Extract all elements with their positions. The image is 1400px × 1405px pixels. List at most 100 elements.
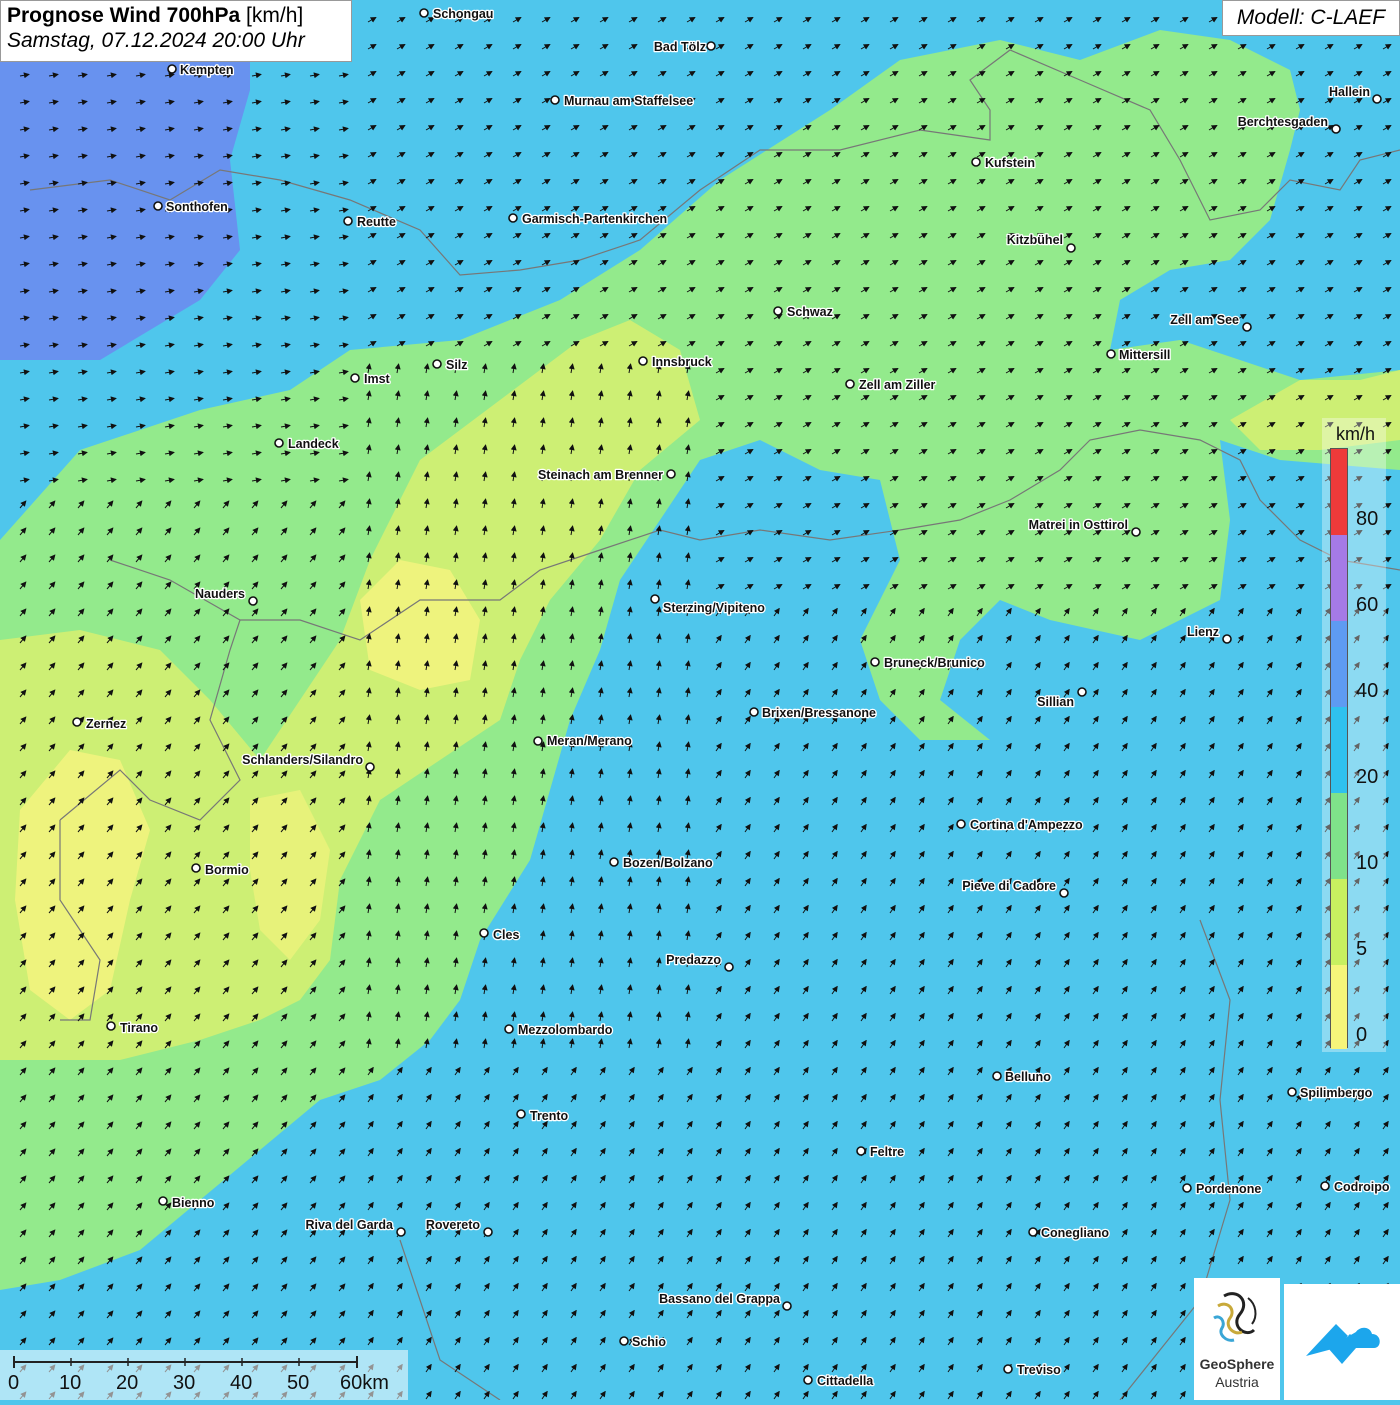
- mountain-cloud-logo[interactable]: [1284, 1284, 1400, 1400]
- city-marker[interactable]: [724, 962, 734, 972]
- city-marker[interactable]: [666, 469, 676, 479]
- city-label: Bruneck/Brunico: [884, 656, 985, 670]
- city-marker[interactable]: [274, 438, 284, 448]
- geosphere-logo[interactable]: GeoSphere Austria: [1194, 1278, 1280, 1400]
- city-marker[interactable]: [1242, 322, 1252, 332]
- city-marker[interactable]: [971, 157, 981, 167]
- city-label: Innsbruck: [652, 355, 712, 369]
- city-marker[interactable]: [1059, 888, 1069, 898]
- city-marker[interactable]: [1077, 687, 1087, 697]
- city-marker[interactable]: [516, 1109, 526, 1119]
- city-marker[interactable]: [533, 736, 543, 746]
- city-label: Schlanders/Silandro: [242, 753, 363, 767]
- scale-label-60km: 60km: [340, 1372, 389, 1394]
- scale-label-30: 30: [173, 1372, 196, 1394]
- scale-bar: 0 10 20 30 40 50 60km: [0, 1350, 408, 1400]
- map-title-unit: [km/h]: [240, 4, 304, 27]
- city-marker[interactable]: [248, 596, 258, 606]
- city-marker[interactable]: [706, 41, 716, 51]
- city-label: Murnau am Staffelsee: [564, 94, 693, 108]
- city-label: Bassano del Grappa: [659, 1292, 781, 1306]
- city-marker[interactable]: [773, 306, 783, 316]
- city-label: Berchtesgaden: [1238, 115, 1328, 129]
- city-label: Schio: [632, 1335, 666, 1349]
- city-marker[interactable]: [956, 819, 966, 829]
- city-marker[interactable]: [749, 707, 759, 717]
- city-marker[interactable]: [419, 8, 429, 18]
- city-marker[interactable]: [1287, 1087, 1297, 1097]
- city-label: Bad Tölz: [654, 40, 706, 54]
- city-label: Spilimbergo: [1300, 1086, 1373, 1100]
- city-label: Matrei in Osttirol: [1029, 518, 1128, 532]
- city-label: Zell am Ziller: [859, 378, 936, 392]
- city-marker[interactable]: [396, 1227, 406, 1237]
- city-label: Cles: [493, 928, 519, 942]
- city-marker[interactable]: [1320, 1181, 1330, 1191]
- city-marker[interactable]: [1003, 1364, 1013, 1374]
- legend-segment-20: [1331, 707, 1347, 793]
- city-label: Bozen/Bolzano: [623, 856, 713, 870]
- scale-label-10: 10: [59, 1372, 82, 1394]
- mountain-cloud-logo-icon: [1306, 1324, 1380, 1364]
- city-marker[interactable]: [638, 356, 648, 366]
- wind-map[interactable]: Schongau Bad Tölz Kempten Murnau am Staffel…: [0, 0, 1400, 1400]
- city-label: Sonthofen: [166, 200, 228, 214]
- city-marker[interactable]: [432, 359, 442, 369]
- city-marker[interactable]: [803, 1375, 813, 1385]
- city-marker[interactable]: [153, 201, 163, 211]
- city-label: Landeck: [288, 437, 339, 451]
- city-label: Belluno: [1005, 1070, 1051, 1084]
- forecast-datetime: Samstag, 07.12.2024 20:00 Uhr: [7, 29, 305, 52]
- city-label: Bienno: [172, 1196, 215, 1210]
- legend-label-60: 60: [1356, 594, 1379, 616]
- city-marker[interactable]: [191, 863, 201, 873]
- city-label: Silz: [446, 358, 468, 372]
- geosphere-logo-icon: [1213, 1292, 1257, 1342]
- city-marker[interactable]: [1222, 634, 1232, 644]
- city-marker[interactable]: [619, 1336, 629, 1346]
- city-marker[interactable]: [167, 64, 177, 74]
- city-marker[interactable]: [1028, 1227, 1038, 1237]
- city-marker[interactable]: [992, 1071, 1002, 1081]
- city-marker[interactable]: [365, 762, 375, 772]
- city-marker[interactable]: [1066, 243, 1076, 253]
- city-label: Sterzing/Vipiteno: [663, 601, 765, 615]
- city-label: Mezzolombardo: [518, 1023, 613, 1037]
- city-marker[interactable]: [350, 373, 360, 383]
- city-marker[interactable]: [72, 717, 82, 727]
- legend-segment-40: [1331, 621, 1347, 707]
- city-marker[interactable]: [483, 1227, 493, 1237]
- city-label: Kempten: [180, 63, 233, 77]
- city-marker[interactable]: [343, 216, 353, 226]
- legend-segment-0: [1331, 965, 1347, 1049]
- city-label: Brixen/Bressanone: [762, 706, 876, 720]
- city-marker[interactable]: [158, 1196, 168, 1206]
- city-marker[interactable]: [479, 928, 489, 938]
- city-label: Reutte: [357, 215, 396, 229]
- city-marker[interactable]: [1372, 94, 1382, 104]
- city-marker[interactable]: [609, 857, 619, 867]
- city-label: Cortina d'Ampezzo: [970, 818, 1083, 832]
- city-marker[interactable]: [870, 657, 880, 667]
- city-label: Sillian: [1037, 695, 1074, 709]
- city-label: Garmisch-Partenkirchen: [522, 212, 667, 226]
- city-marker[interactable]: [1131, 527, 1141, 537]
- city-label: Feltre: [870, 1145, 904, 1159]
- model-label: Modell: C-LAEF: [1222, 0, 1400, 36]
- city-marker[interactable]: [845, 379, 855, 389]
- city-label: Lienz: [1187, 625, 1219, 639]
- city-marker[interactable]: [1106, 349, 1116, 359]
- city-marker[interactable]: [508, 213, 518, 223]
- city-marker[interactable]: [650, 594, 660, 604]
- city-marker[interactable]: [1182, 1183, 1192, 1193]
- city-marker[interactable]: [856, 1146, 866, 1156]
- city-marker[interactable]: [1331, 124, 1341, 134]
- legend-segment-5: [1331, 879, 1347, 965]
- city-label: Rovereto: [426, 1218, 481, 1232]
- city-marker[interactable]: [550, 95, 560, 105]
- legend-label-80: 80: [1356, 508, 1379, 530]
- city-marker[interactable]: [504, 1024, 514, 1034]
- city-marker[interactable]: [782, 1301, 792, 1311]
- city-marker[interactable]: [106, 1021, 116, 1031]
- scale-label-20: 20: [116, 1372, 139, 1394]
